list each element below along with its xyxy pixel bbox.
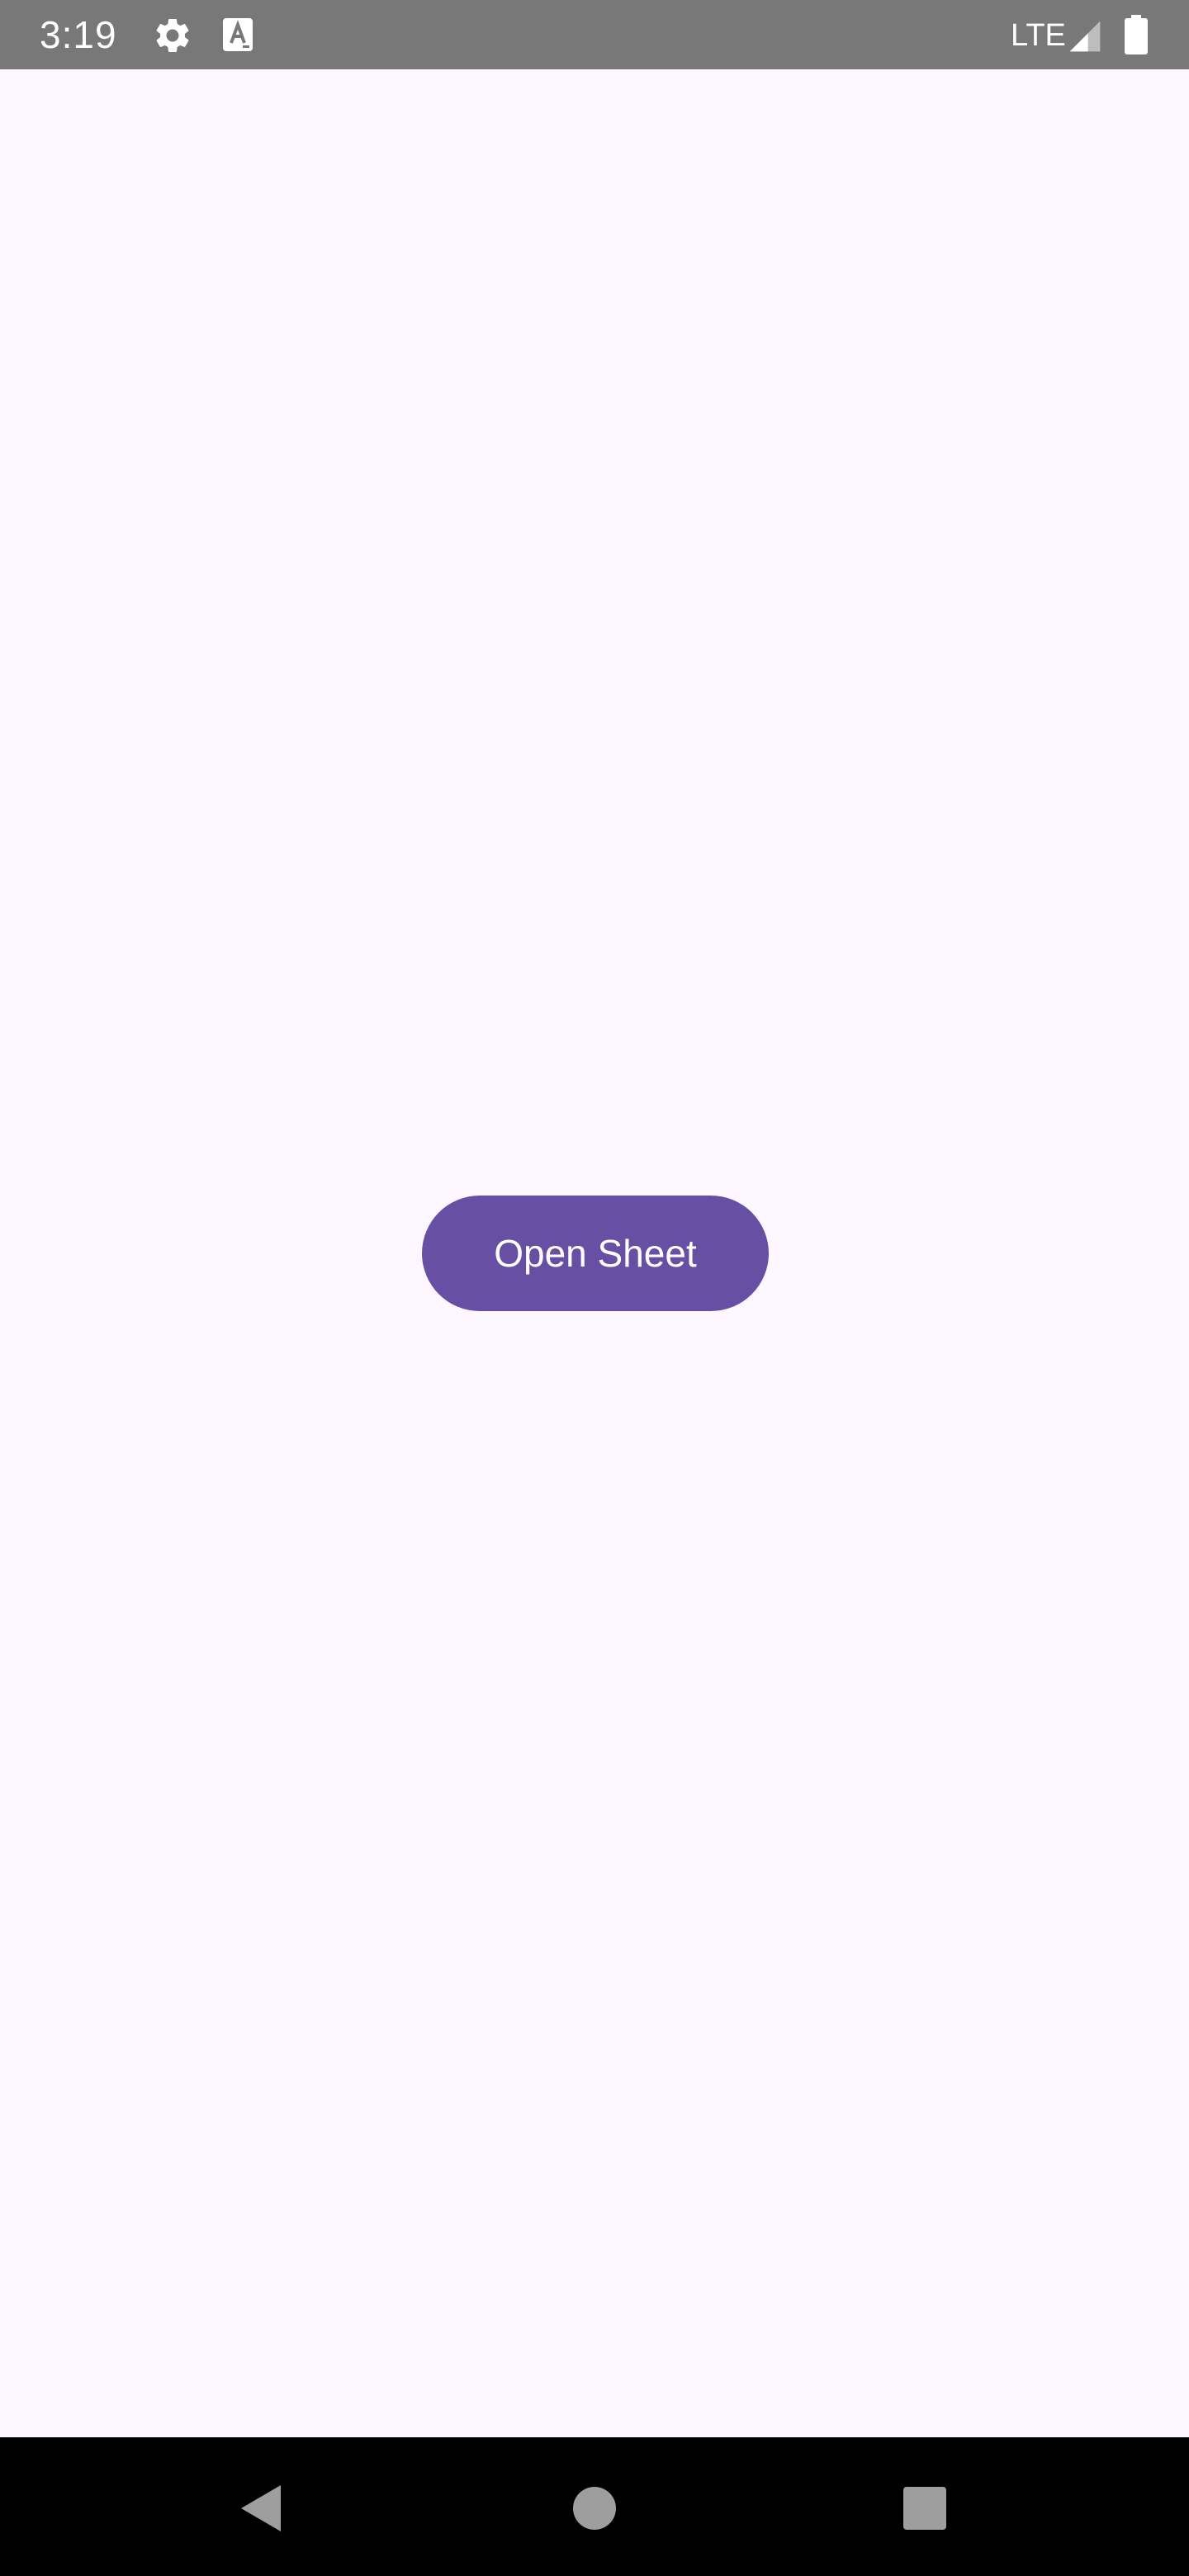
gear-icon [156,19,189,52]
home-icon[interactable] [573,2487,616,2530]
status-time: 3:19 [40,13,117,56]
signal-icon [1069,21,1101,52]
recents-icon[interactable] [903,2487,946,2530]
text-a-icon [223,18,253,51]
network-type: LTE [1011,18,1066,53]
open-sheet-button[interactable]: Open Sheet [422,1196,769,1311]
back-icon[interactable] [238,2484,284,2533]
battery-icon [1125,15,1148,54]
status-bar: 3:19 LTE [0,0,1189,69]
